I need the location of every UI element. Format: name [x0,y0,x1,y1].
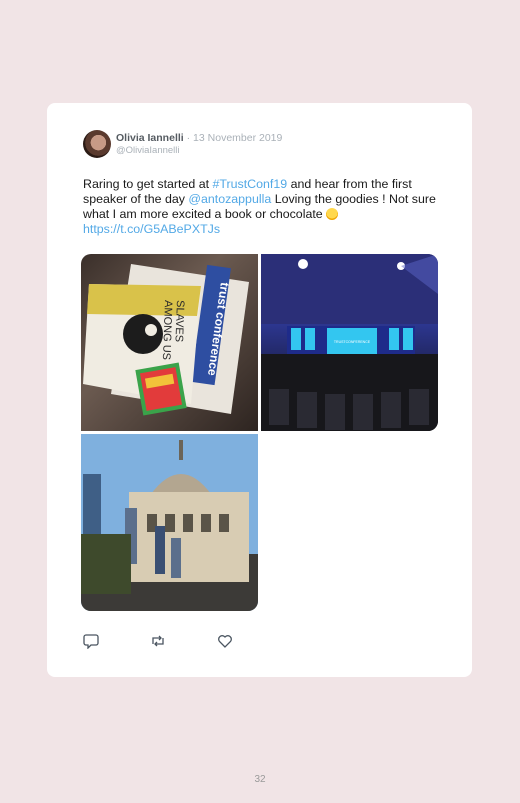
reply-icon[interactable] [83,633,99,650]
text-part-1: Raring to get started at [83,177,213,191]
separator: · [183,132,194,144]
photo-building-exterior[interactable] [81,434,258,611]
author-name[interactable]: Olivia Iannelli [116,132,184,144]
photo-book-and-chocolate[interactable]: trust conference SLAVES AMONG US [81,254,258,431]
photo-building-svg [81,434,258,611]
tweet-date[interactable]: 13 November 2019 [193,132,282,144]
avatar[interactable] [83,130,111,158]
tweet-text: Raring to get started at #TrustConf19 an… [83,177,448,237]
hashtag-link[interactable]: #TrustConf19 [213,177,288,191]
retweet-icon[interactable] [150,633,166,649]
photo-book-svg: trust conference SLAVES AMONG US [83,264,249,416]
photo-conference-stage[interactable]: TRUSTCONFERENCE [261,254,438,431]
page-number: 32 [254,774,266,785]
photo-stage-svg: TRUSTCONFERENCE [261,254,438,431]
mention-link[interactable]: @antozappulla [188,192,271,206]
like-icon[interactable] [217,633,233,649]
laughing-emoji-icon [326,208,339,220]
stage-screen-text: TRUSTCONFERENCE [334,340,371,344]
tweet-card: Olivia Iannelli · 13 November 2019 @Oliv… [47,103,472,677]
author-row: Olivia Iannelli · 13 November 2019 [116,132,282,144]
url-link[interactable]: https://t.co/G5ABePXTJs [83,222,220,236]
author-handle[interactable]: @OliviaIannelli [116,145,180,156]
book-title-line2: AMONG US [160,300,174,360]
